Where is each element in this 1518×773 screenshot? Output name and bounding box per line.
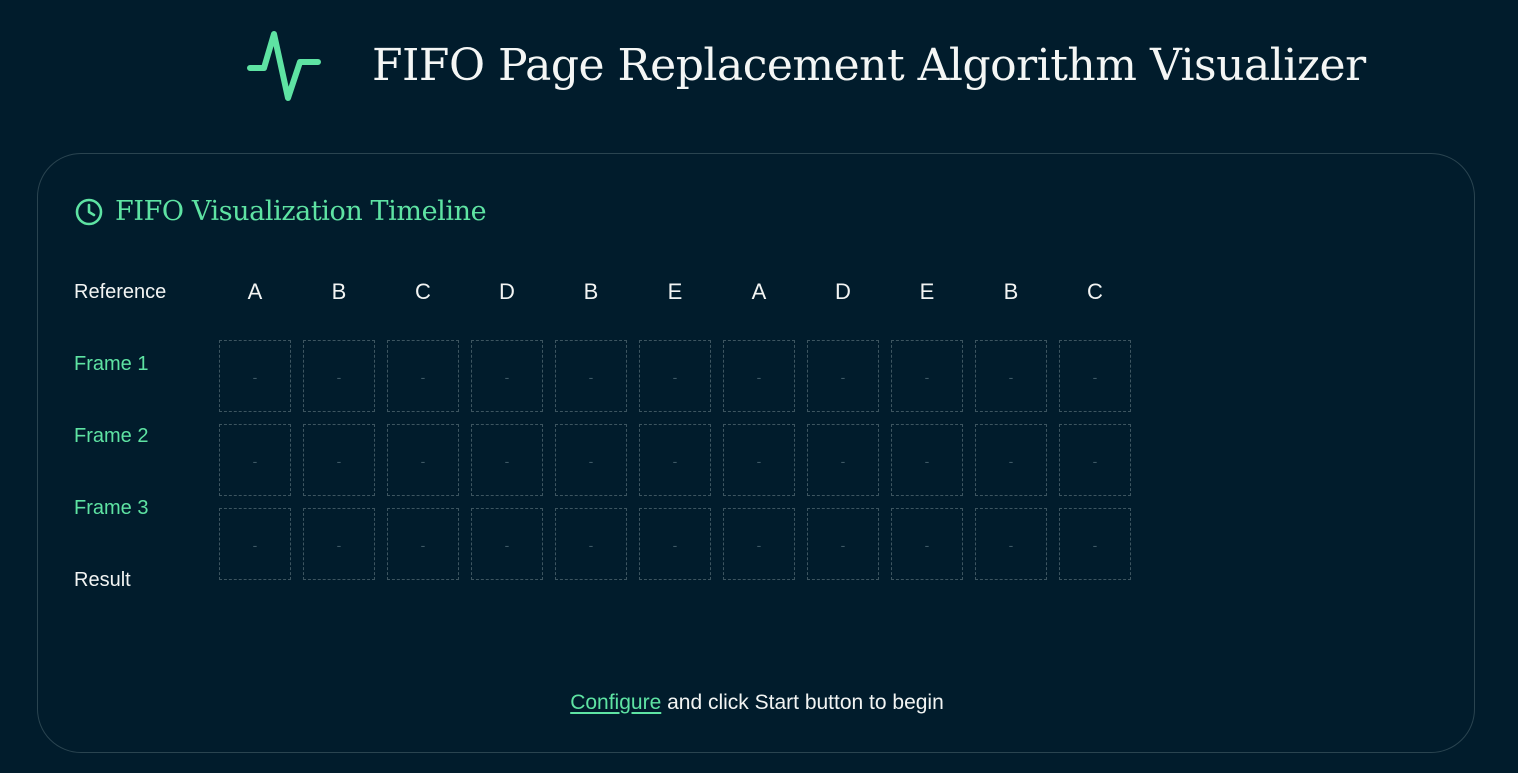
frame-2-cell: - [219,424,291,496]
frame-3-cell: - [891,508,963,580]
frame-1-cell: - [891,340,963,412]
reference-cell: D [499,279,515,304]
timeline-card: FIFO Visualization Timeline Reference Fr… [37,153,1475,753]
frame-3-cell: - [807,508,879,580]
frame-3-cell: - [471,508,543,580]
reference-cell: E [667,279,683,304]
reference-cell: A [247,279,263,304]
frame-2-cell: - [471,424,543,496]
frame-2-row-label: Frame 2 [74,425,149,447]
reference-cell: E [919,279,935,304]
frame-1-cell: - [807,340,879,412]
configure-link[interactable]: Configure [570,691,661,714]
reference-cell: B [583,279,599,304]
page-title: FIFO Page Replacement Algorithm Visualiz… [372,40,1366,91]
frame-1-cell: - [387,340,459,412]
start-instructions-text: and click Start button to begin [661,691,944,714]
frame-2-cell: - [555,424,627,496]
frame-1-cell: - [723,340,795,412]
pulse-icon [247,31,321,101]
frame-3-cell: - [219,508,291,580]
reference-cell: D [835,279,851,304]
frame-3-cell: - [723,508,795,580]
reference-row-label: Reference [74,281,167,303]
reference-cell: A [751,279,767,304]
frame-1-cell: - [639,340,711,412]
frame-2-cell: - [807,424,879,496]
frame-2-cell: - [975,424,1047,496]
timeline-title: FIFO Visualization Timeline [115,196,487,227]
frame-1-row-label: Frame 1 [74,353,149,375]
frame-3-cell: - [303,508,375,580]
frame-1-cell: - [555,340,627,412]
frame-2-cell: - [723,424,795,496]
frame-3-cell: - [555,508,627,580]
frame-1-cell: - [303,340,375,412]
reference-cell: B [1003,279,1019,304]
frame-2-cell: - [891,424,963,496]
start-instructions: Configure and click Start button to begi… [38,690,1476,716]
result-row-label: Result [74,569,131,591]
frame-2-cell: - [1059,424,1131,496]
reference-cell: B [331,279,347,304]
frame-1-cell: - [219,340,291,412]
frame-2-cell: - [639,424,711,496]
frame-3-cell: - [975,508,1047,580]
frame-1-cell: - [471,340,543,412]
frame-3-cell: - [387,508,459,580]
clock-icon [75,198,103,226]
frame-3-row-label: Frame 3 [74,497,149,519]
frame-2-cell: - [387,424,459,496]
reference-cell: C [415,279,431,304]
frame-2-cell: - [303,424,375,496]
frame-3-cell: - [639,508,711,580]
app-header: FIFO Page Replacement Algorithm Visualiz… [0,0,1518,130]
frame-3-cell: - [1059,508,1131,580]
frame-1-cell: - [1059,340,1131,412]
reference-cell: C [1087,279,1103,304]
frame-1-cell: - [975,340,1047,412]
